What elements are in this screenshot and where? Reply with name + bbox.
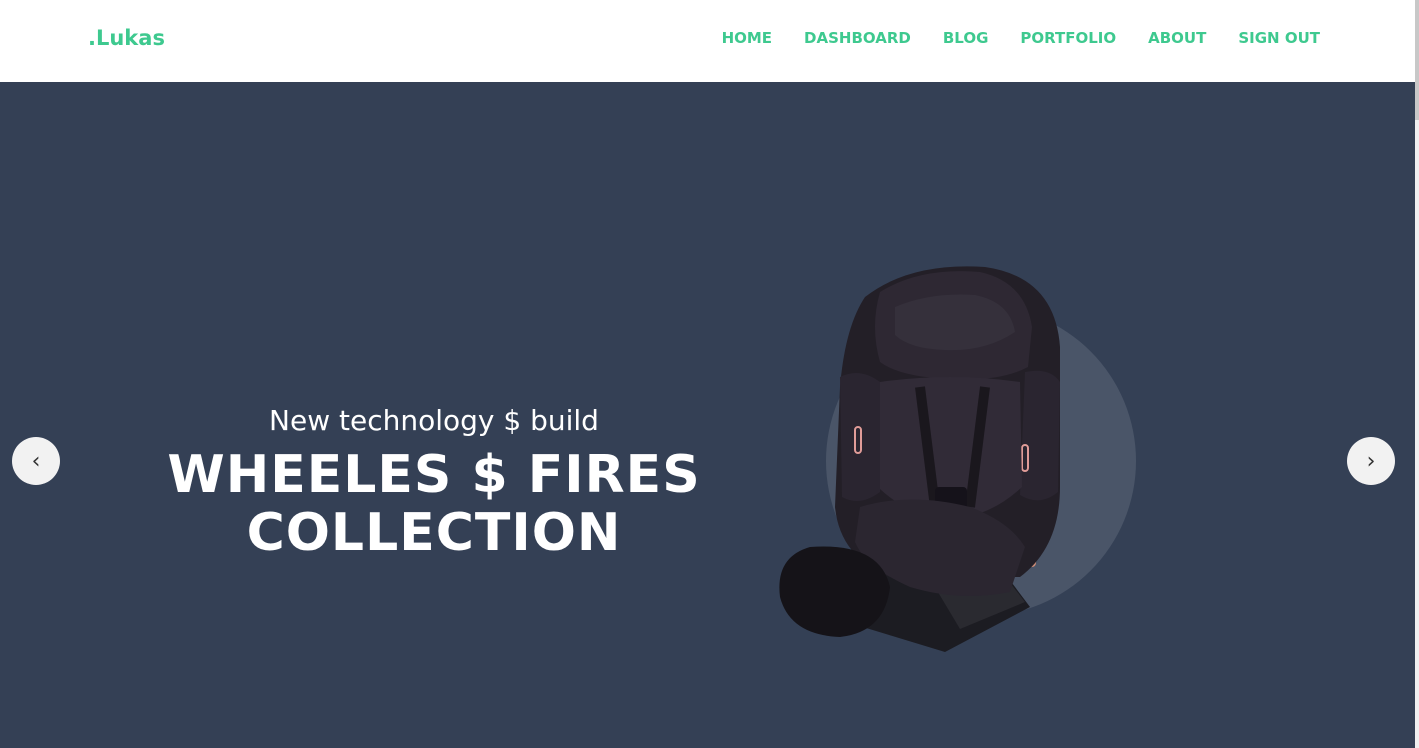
prev-slide-button[interactable]: ‹ [12,437,60,485]
hero-subtitle: New technology $ build [269,404,599,437]
main-nav: HOME DASHBOARD BLOG PORTFOLIO ABOUT SIGN… [722,29,1320,47]
scrollbar-thumb[interactable] [1415,0,1419,120]
nav-item-about[interactable]: ABOUT [1148,29,1206,47]
nav-item-home[interactable]: HOME [722,29,772,47]
nav-item-sign-out[interactable]: SIGN OUT [1238,29,1320,47]
hero-title-line-2: COLLECTION [246,503,622,563]
logo-link[interactable]: .Lukas [88,26,165,50]
hero-slider: New technology $ build WHEELES $ FIRES C… [0,82,1415,748]
nav-item-blog[interactable]: BLOG [943,29,989,47]
hero-text-block: New technology $ build WHEELES $ FIRES C… [160,404,708,562]
page: .Lukas HOME DASHBOARD BLOG PORTFOLIO ABO… [0,0,1419,748]
car-seat-image [779,266,1060,652]
chevron-right-icon: › [1366,448,1376,474]
next-slide-button[interactable]: › [1347,437,1395,485]
site-header: .Lukas HOME DASHBOARD BLOG PORTFOLIO ABO… [0,0,1419,82]
nav-item-portfolio[interactable]: PORTFOLIO [1020,29,1116,47]
hero-title-line-1: WHEELES $ FIRES [167,445,701,505]
nav-item-dashboard[interactable]: DASHBOARD [804,29,911,47]
chevron-left-icon: ‹ [31,448,41,474]
scrollbar[interactable] [1415,0,1419,748]
hero-title: WHEELES $ FIRES COLLECTION [160,446,708,562]
